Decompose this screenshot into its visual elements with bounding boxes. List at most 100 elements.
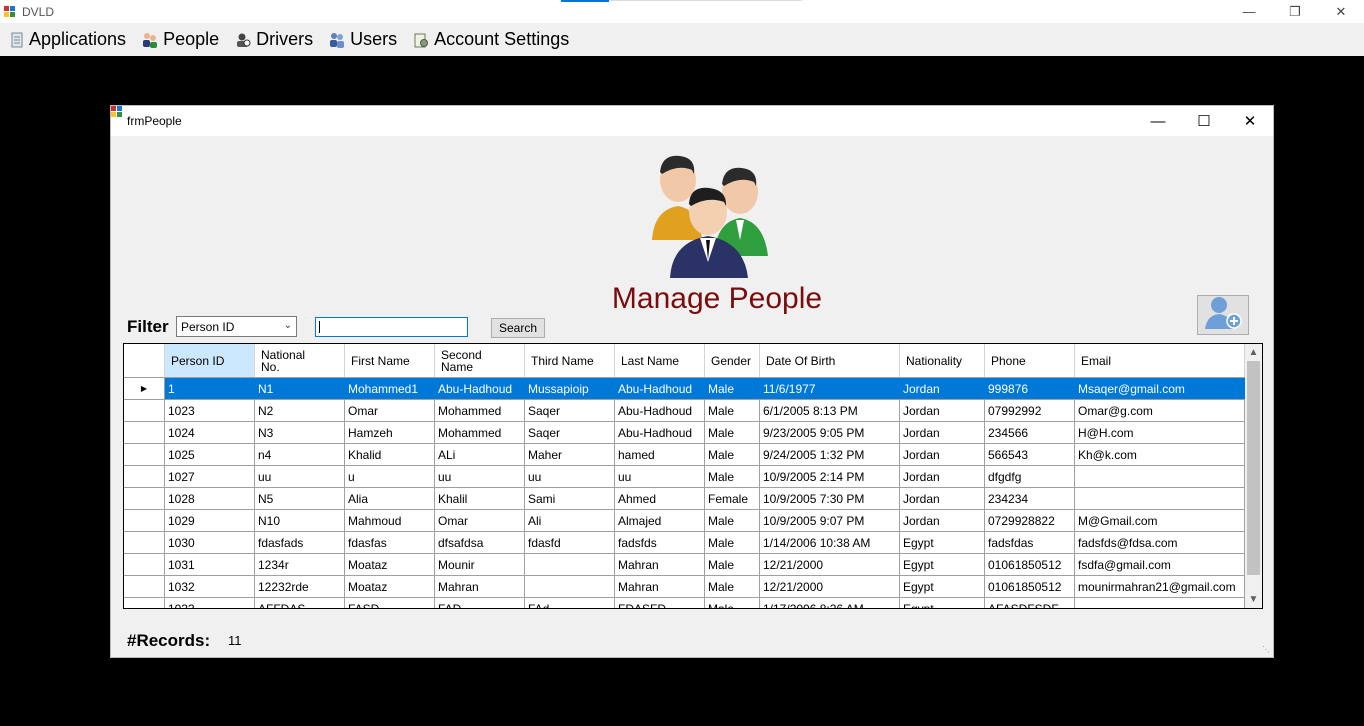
cell-nationality[interactable]: Egypt: [900, 598, 985, 608]
table-row[interactable]: 1032 12232rde Moataz Mahran Mahran Male 12/21/…: [124, 576, 1245, 598]
cell-second-name[interactable]: Omar: [435, 510, 525, 531]
scroll-thumb[interactable]: [1247, 361, 1260, 575]
cell-third-name[interactable]: [525, 576, 615, 597]
cell-gender[interactable]: Female: [705, 488, 760, 509]
cell-person-id[interactable]: 1031: [165, 554, 255, 575]
cell-date-of-birth[interactable]: 1/17/2006 8:26 AM: [760, 598, 900, 608]
row-header[interactable]: [124, 598, 165, 608]
cell-gender[interactable]: Male: [705, 576, 760, 597]
cell-gender[interactable]: Male: [705, 400, 760, 421]
table-row[interactable]: 1024 N3 Hamzeh Mohammed Saqer Abu-Hadhoud Male…: [124, 422, 1245, 444]
cell-second-name[interactable]: FAD: [435, 598, 525, 608]
close-button[interactable]: ✕: [1318, 0, 1364, 23]
cell-phone[interactable]: dfgdfg: [985, 466, 1075, 487]
cell-email[interactable]: Omar@g.com: [1075, 400, 1245, 421]
cell-date-of-birth[interactable]: 9/24/2005 1:32 PM: [760, 444, 900, 465]
cell-first-name[interactable]: u: [345, 466, 435, 487]
cell-email[interactable]: Kh@k.com: [1075, 444, 1245, 465]
cell-email[interactable]: H@H.com: [1075, 422, 1245, 443]
cell-second-name[interactable]: Mohammed: [435, 422, 525, 443]
cell-last-name[interactable]: Abu-Hadhoud: [615, 400, 705, 421]
filter-by-select[interactable]: Person ID ⌄: [176, 316, 297, 337]
cell-phone[interactable]: AFASDFSDF: [985, 598, 1075, 608]
cell-date-of-birth[interactable]: 9/23/2005 9:05 PM: [760, 422, 900, 443]
cell-email[interactable]: Msaqer@gmail.com: [1075, 378, 1245, 399]
cell-third-name[interactable]: fdasfd: [525, 532, 615, 553]
cell-first-name[interactable]: Alia: [345, 488, 435, 509]
cell-national-no[interactable]: uu: [255, 466, 345, 487]
menu-users[interactable]: Users: [323, 23, 403, 56]
row-header[interactable]: [124, 488, 165, 509]
cell-first-name[interactable]: Hamzeh: [345, 422, 435, 443]
table-row[interactable]: ▶ 1 N1 Mohammed1 Abu-Hadhoud Mussapioip Abu-Ha…: [124, 378, 1245, 400]
cell-gender[interactable]: Male: [705, 444, 760, 465]
row-header[interactable]: ▶: [124, 378, 165, 399]
cell-gender[interactable]: Male: [705, 422, 760, 443]
cell-email[interactable]: fadsfds@fdsa.com: [1075, 532, 1245, 553]
cell-person-id[interactable]: 1033: [165, 598, 255, 608]
cell-second-name[interactable]: dfsafdsa: [435, 532, 525, 553]
cell-person-id[interactable]: 1030: [165, 532, 255, 553]
cell-phone[interactable]: 0729928822: [985, 510, 1075, 531]
cell-nationality[interactable]: Jordan: [900, 444, 985, 465]
cell-gender[interactable]: Male: [705, 466, 760, 487]
cell-email[interactable]: M@Gmail.com: [1075, 510, 1245, 531]
cell-nationality[interactable]: Egypt: [900, 576, 985, 597]
cell-third-name[interactable]: [525, 554, 615, 575]
cell-national-no[interactable]: 12232rde: [255, 576, 345, 597]
menu-people[interactable]: People: [136, 23, 225, 56]
menu-applications[interactable]: Applications: [4, 23, 132, 56]
cell-nationality[interactable]: Jordan: [900, 488, 985, 509]
cell-third-name[interactable]: uu: [525, 466, 615, 487]
cell-person-id[interactable]: 1032: [165, 576, 255, 597]
table-row[interactable]: 1025 n4 Khalid ALi Maher hamed Male 9/24/2005 1…: [124, 444, 1245, 466]
row-header[interactable]: [124, 422, 165, 443]
cell-phone[interactable]: 01061850512: [985, 576, 1075, 597]
people-grid[interactable]: Person ID National No. First Name Second…: [123, 343, 1263, 609]
cell-national-no[interactable]: N3: [255, 422, 345, 443]
cell-person-id[interactable]: 1025: [165, 444, 255, 465]
cell-date-of-birth[interactable]: 12/21/2000: [760, 554, 900, 575]
cell-nationality[interactable]: Egypt: [900, 554, 985, 575]
cell-person-id[interactable]: 1029: [165, 510, 255, 531]
cell-national-no[interactable]: N10: [255, 510, 345, 531]
cell-nationality[interactable]: Jordan: [900, 466, 985, 487]
cell-person-id[interactable]: 1023: [165, 400, 255, 421]
column-gender[interactable]: Gender: [705, 344, 760, 377]
column-email[interactable]: Email: [1075, 344, 1245, 377]
cell-date-of-birth[interactable]: 10/9/2005 9:07 PM: [760, 510, 900, 531]
table-row[interactable]: 1028 N5 Alia Khalil Sami Ahmed Female 10/9/2005…: [124, 488, 1245, 510]
cell-first-name[interactable]: Omar: [345, 400, 435, 421]
form-close-button[interactable]: ✕: [1227, 106, 1273, 136]
cell-person-id[interactable]: 1027: [165, 466, 255, 487]
cell-third-name[interactable]: Sami: [525, 488, 615, 509]
cell-second-name[interactable]: Mounir: [435, 554, 525, 575]
cell-national-no[interactable]: N1: [255, 378, 345, 399]
cell-first-name[interactable]: Moataz: [345, 554, 435, 575]
cell-person-id[interactable]: 1028: [165, 488, 255, 509]
cell-first-name[interactable]: FASD: [345, 598, 435, 608]
column-first-name[interactable]: First Name: [345, 344, 435, 377]
cell-person-id[interactable]: 1024: [165, 422, 255, 443]
restore-button[interactable]: ❐: [1272, 0, 1318, 23]
scroll-up-icon[interactable]: ▲: [1245, 344, 1262, 361]
cell-second-name[interactable]: Abu-Hadhoud: [435, 378, 525, 399]
column-nationality[interactable]: Nationality: [900, 344, 985, 377]
column-phone[interactable]: Phone: [985, 344, 1075, 377]
cell-first-name[interactable]: Moataz: [345, 576, 435, 597]
minimize-button[interactable]: —: [1226, 0, 1272, 23]
vertical-scrollbar[interactable]: ▲ ▼: [1245, 344, 1262, 608]
column-last-name[interactable]: Last Name: [615, 344, 705, 377]
cell-phone[interactable]: 234566: [985, 422, 1075, 443]
cell-nationality[interactable]: Jordan: [900, 378, 985, 399]
cell-date-of-birth[interactable]: 12/21/2000: [760, 576, 900, 597]
search-input[interactable]: [315, 317, 468, 337]
cell-email[interactable]: mounirmahran21@gmail.com: [1075, 576, 1245, 597]
cell-last-name[interactable]: Abu-Hadhoud: [615, 378, 705, 399]
cell-national-no[interactable]: AFFDAS: [255, 598, 345, 608]
cell-phone[interactable]: 234234: [985, 488, 1075, 509]
cell-last-name[interactable]: Ahmed: [615, 488, 705, 509]
cell-national-no[interactable]: N2: [255, 400, 345, 421]
cell-second-name[interactable]: Mohammed: [435, 400, 525, 421]
row-header[interactable]: [124, 400, 165, 421]
